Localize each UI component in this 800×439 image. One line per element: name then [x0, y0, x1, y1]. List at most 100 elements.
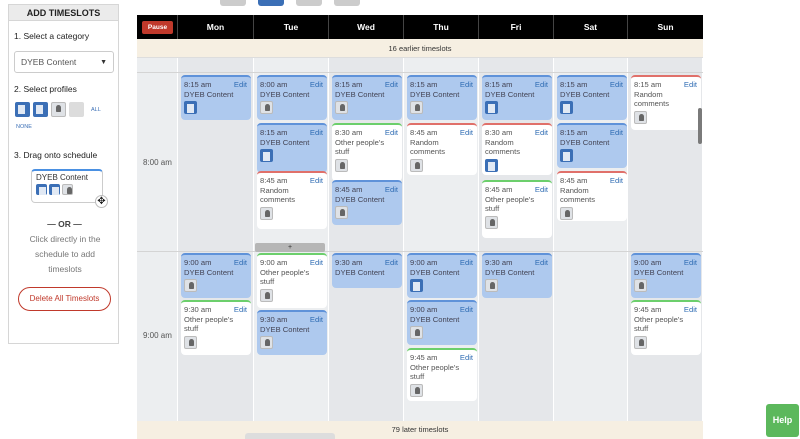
timeslot-card[interactable]: 8:30 am Edit Random comments — [482, 123, 552, 175]
timeslot-card[interactable]: 8:30 am Edit Other people's stuff — [332, 123, 402, 181]
day-header-sat: Sat — [554, 15, 628, 39]
timeslot-category: DYEB Content — [634, 267, 684, 277]
edit-timeslot-link[interactable]: Edit — [460, 353, 473, 363]
later-timeslots-bar[interactable]: 79 later timeslots — [137, 421, 703, 439]
select-none-link[interactable]: NONE — [16, 124, 32, 130]
photo-icon — [62, 184, 73, 195]
scrollbar[interactable] — [698, 108, 702, 144]
timeslot-card[interactable]: 9:30 am Edit Other people's stuff — [181, 300, 251, 355]
edit-timeslot-link[interactable]: Edit — [460, 305, 473, 315]
edit-timeslot-link[interactable]: Edit — [385, 185, 398, 195]
help-button[interactable]: Help — [766, 404, 799, 437]
photo-icon — [560, 206, 573, 220]
photo-icon — [260, 101, 273, 114]
timeslot-card[interactable]: 9:30 am Edit DYEB Content — [332, 253, 402, 288]
edit-timeslot-link[interactable]: Edit — [385, 258, 398, 268]
edit-timeslot-link[interactable]: Edit — [535, 80, 548, 90]
timeslot-card[interactable]: 8:45 am Edit Other people's stuff — [482, 180, 552, 238]
edit-timeslot-link[interactable]: Edit — [310, 258, 323, 268]
profile-doc-icon[interactable] — [15, 102, 30, 117]
category-select[interactable]: DYEB Content ▼ — [14, 51, 114, 73]
timeslot-card[interactable]: 9:00 am Edit DYEB Content — [631, 253, 701, 298]
doc-icon — [485, 158, 498, 172]
edit-timeslot-link[interactable]: Edit — [310, 315, 323, 325]
timeslot-category: Random comments — [634, 89, 670, 109]
add-timeslots-panel: ADD TIMESLOTS 1. Select a category DYEB … — [8, 4, 119, 344]
timeslot-category: DYEB Content — [260, 89, 310, 99]
edit-timeslot-link[interactable]: Edit — [684, 258, 697, 268]
edit-timeslot-link[interactable]: Edit — [684, 305, 697, 315]
day-header-tue: Tue — [254, 15, 329, 39]
timeslot-card[interactable]: 8:15 am Edit Random comments — [631, 75, 701, 130]
draggable-timeslot-label: DYEB Content — [36, 173, 89, 182]
timeslot-card[interactable]: 8:15 am Edit DYEB Content — [482, 75, 552, 120]
timeslot-card[interactable]: 9:45 am Edit Other people's stuff — [407, 348, 477, 401]
doc-icon — [560, 101, 573, 114]
edit-timeslot-link[interactable]: Edit — [535, 185, 548, 195]
panel-title: ADD TIMESLOTS — [9, 5, 118, 21]
photo-icon — [410, 101, 423, 114]
edit-timeslot-link[interactable]: Edit — [535, 128, 548, 138]
timeslot-card[interactable]: 9:30 am Edit DYEB Content — [257, 310, 327, 355]
select-all-link[interactable]: ALL — [91, 107, 101, 113]
draggable-timeslot[interactable]: DYEB Content — [31, 169, 103, 203]
timeslot-card[interactable]: 8:15 am Edit DYEB Content — [557, 75, 627, 120]
edit-timeslot-link[interactable]: Edit — [310, 80, 323, 90]
profile-doc-icon[interactable] — [33, 102, 48, 117]
timeslot-card[interactable]: 8:00 am Edit DYEB Content — [257, 75, 327, 120]
edit-timeslot-link[interactable]: Edit — [234, 258, 247, 268]
delete-all-timeslots-button[interactable]: Delete All Timeslots — [18, 287, 111, 311]
timeslot-card[interactable]: 9:00 am Edit DYEB Content — [181, 253, 251, 298]
timeslot-card[interactable]: 8:15 am Edit DYEB Content — [181, 75, 251, 120]
timeslot-category: DYEB Content — [184, 89, 234, 99]
timeslot-card[interactable]: 8:15 am Edit DYEB Content — [332, 75, 402, 120]
edit-timeslot-link[interactable]: Edit — [310, 128, 323, 138]
edit-timeslot-link[interactable]: Edit — [684, 80, 697, 90]
edit-timeslot-link[interactable]: Edit — [610, 128, 623, 138]
edit-timeslot-link[interactable]: Edit — [610, 176, 623, 186]
timeslot-category: DYEB Content — [485, 89, 535, 99]
timeslot-card[interactable]: 8:15 am Edit DYEB Content — [557, 123, 627, 168]
doc-icon — [560, 149, 573, 162]
time-column — [137, 58, 178, 421]
timeslot-category: Random comments — [260, 185, 296, 205]
pause-button[interactable]: Pause — [142, 21, 173, 34]
move-icon[interactable]: ✥ — [95, 195, 108, 208]
timeslot-card[interactable]: 9:00 am Edit DYEB Content — [407, 300, 477, 345]
edit-timeslot-link[interactable]: Edit — [385, 128, 398, 138]
timeslot-card[interactable]: 8:45 am Edit Random comments — [407, 123, 477, 175]
photo-icon — [410, 383, 423, 397]
photo-icon — [335, 158, 348, 172]
edit-timeslot-link[interactable]: Edit — [234, 80, 247, 90]
profile-gray-icon[interactable] — [69, 102, 84, 117]
timeslot-card[interactable]: 8:45 am Edit DYEB Content — [332, 180, 402, 225]
step-select-category: 1. Select a category — [14, 31, 90, 41]
timeslot-card[interactable]: 8:15 am Edit DYEB Content — [257, 123, 327, 173]
timeslot-category: DYEB Content — [410, 89, 460, 99]
edit-timeslot-link[interactable]: Edit — [385, 80, 398, 90]
edit-timeslot-link[interactable]: Edit — [610, 80, 623, 90]
timeslot-category: DYEB Content — [260, 137, 310, 147]
edit-timeslot-link[interactable]: Edit — [234, 305, 247, 315]
timeslot-card[interactable]: 9:00 am Edit Other people's stuff — [257, 253, 327, 308]
timeslot-category: DYEB Content — [410, 267, 460, 277]
timeslot-card[interactable]: 9:30 am Edit DYEB Content — [482, 253, 552, 298]
step-select-profiles: 2. Select profiles — [14, 84, 77, 94]
timeslot-card[interactable]: 8:45 am Edit Random comments — [557, 171, 627, 221]
timeslot-card[interactable]: 8:15 am Edit DYEB Content — [407, 75, 477, 120]
timeslot-card[interactable]: 9:00 am Edit DYEB Content — [407, 253, 477, 298]
timeslot-category: Other people's stuff — [634, 314, 684, 334]
timeslot-card[interactable]: 8:45 am Edit Random comments — [257, 171, 327, 229]
edit-timeslot-link[interactable]: Edit — [460, 258, 473, 268]
timeslot-card[interactable]: 9:45 am Edit Other people's stuff — [631, 300, 701, 355]
edit-timeslot-link[interactable]: Edit — [310, 176, 323, 186]
day-header-fri: Fri — [479, 15, 554, 39]
add-timeslot-button[interactable]: + — [255, 243, 325, 252]
doc-icon — [36, 184, 47, 196]
edit-timeslot-link[interactable]: Edit — [460, 128, 473, 138]
edit-timeslot-link[interactable]: Edit — [460, 80, 473, 90]
photo-icon — [634, 279, 647, 292]
earlier-timeslots-bar[interactable]: 16 earlier timeslots — [137, 39, 703, 58]
profile-photo-icon[interactable] — [51, 102, 66, 117]
edit-timeslot-link[interactable]: Edit — [535, 258, 548, 268]
